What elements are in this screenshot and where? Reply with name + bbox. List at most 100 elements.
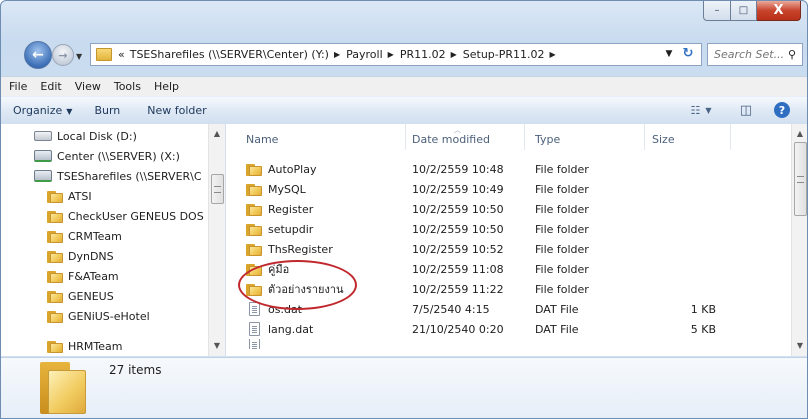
nav-item-label: CheckUser GENEUS DOS xyxy=(68,209,204,223)
file-icon xyxy=(249,339,260,349)
menu-view[interactable]: View xyxy=(75,80,101,93)
search-box[interactable]: ⚲ xyxy=(707,43,803,66)
folder-icon xyxy=(47,290,63,303)
nav-item-label: GENEUS xyxy=(68,289,114,303)
chevron-down-icon: ▼ xyxy=(66,107,73,116)
chevron-right-icon[interactable]: ▶ xyxy=(550,50,556,59)
file-date: 10/2/2559 10:52 xyxy=(412,242,504,256)
column-divider[interactable] xyxy=(730,124,731,150)
preview-pane-button[interactable]: ◫ xyxy=(737,102,755,118)
chevron-right-icon[interactable]: ▶ xyxy=(334,50,340,59)
folder-icon xyxy=(47,310,63,323)
breadcrumb-item[interactable]: Setup-PR11.02 xyxy=(463,48,545,61)
nav-item-center-x[interactable]: Center (\\SERVER) (X:) xyxy=(34,146,180,166)
chevron-down-icon: ▼ xyxy=(665,48,673,59)
column-divider[interactable] xyxy=(524,124,525,150)
breadcrumb-item[interactable]: PR11.02 xyxy=(400,48,446,61)
nav-item-label: TSESharefiles (\\SERVER\C xyxy=(57,169,202,183)
file-type: File folder xyxy=(535,262,589,276)
nav-item-tsesharefiles[interactable]: TSESharefiles (\\SERVER\C xyxy=(34,166,202,186)
scroll-down-button[interactable]: ▼ xyxy=(209,338,225,352)
nav-item-folder[interactable]: ATSI xyxy=(47,186,92,206)
new-folder-button[interactable]: New folder xyxy=(147,104,206,117)
scroll-up-button[interactable]: ▲ xyxy=(209,126,225,140)
file-row[interactable]: lang.dat 21/10/2540 0:20 DAT File 5 KB xyxy=(226,319,791,339)
explorer-window: – □ X ← → ▼ « TSESharefiles (\\SERVER\Ce… xyxy=(0,0,808,419)
file-row[interactable]: setupdir 10/2/2559 10:50 File folder xyxy=(226,219,791,239)
chevron-down-icon: ▼ xyxy=(213,340,221,350)
help-button[interactable]: ? xyxy=(774,102,790,118)
column-header-size[interactable]: Size xyxy=(652,124,675,154)
nav-item-folder[interactable]: CheckUser GENEUS DOS xyxy=(47,206,204,226)
breadcrumb-item[interactable]: TSESharefiles (\\SERVER\Center) (Y:) xyxy=(130,48,329,61)
column-header-date-modified[interactable]: Date modified xyxy=(412,124,490,154)
file-type: File folder xyxy=(535,242,589,256)
forward-button[interactable]: → xyxy=(52,44,74,66)
burn-button[interactable]: Burn xyxy=(94,104,120,117)
scrollbar-thumb[interactable] xyxy=(794,142,807,216)
file-row[interactable]: MySQL 10/2/2559 10:49 File folder xyxy=(226,179,791,199)
caption-buttons: – □ X xyxy=(703,1,801,21)
menu-file[interactable]: File xyxy=(9,80,27,93)
change-view-button[interactable]: ☷ ▼ xyxy=(684,102,718,118)
file-date: 10/2/2559 11:08 xyxy=(412,262,504,276)
column-divider[interactable] xyxy=(644,124,645,150)
file-size: 1 KB xyxy=(690,302,716,316)
nav-item-label: Center (\\SERVER) (X:) xyxy=(57,149,180,163)
search-icon[interactable]: ⚲ xyxy=(788,48,796,61)
breadcrumb-overflow[interactable]: « xyxy=(118,48,125,61)
column-header-name[interactable]: Name xyxy=(246,124,278,154)
menu-tools[interactable]: Tools xyxy=(114,80,141,93)
organize-button[interactable]: Organize ▼ xyxy=(13,104,72,117)
nav-item-local-disk-d[interactable]: Local Disk (D:) xyxy=(34,126,137,146)
nav-item-folder[interactable]: GENiUS-eHotel xyxy=(47,306,150,326)
scroll-up-button[interactable]: ▲ xyxy=(792,126,807,140)
file-row[interactable]: Register 10/2/2559 10:50 File folder xyxy=(226,199,791,219)
nav-item-folder[interactable]: GENEUS xyxy=(47,286,114,306)
back-button[interactable]: ← xyxy=(24,41,52,69)
address-bar[interactable]: « TSESharefiles (\\SERVER\Center) (Y:) ▶… xyxy=(90,43,702,66)
minimize-button[interactable]: – xyxy=(703,1,731,21)
network-drive-icon xyxy=(34,170,52,182)
file-list-scrollbar[interactable]: ▲ ▼ xyxy=(791,124,807,356)
file-date: 10/2/2559 10:50 xyxy=(412,202,504,216)
file-name: AutoPlay xyxy=(268,162,317,176)
chevron-down-icon: ▼ xyxy=(705,105,712,115)
nav-item-label: ATSI xyxy=(68,189,92,203)
file-row[interactable] xyxy=(226,339,791,349)
menu-help[interactable]: Help xyxy=(154,80,179,93)
chevron-right-icon[interactable]: ▶ xyxy=(451,50,457,59)
sort-ascending-icon: ︿ xyxy=(454,126,461,134)
address-dropdown-button[interactable]: ▼ xyxy=(661,43,677,64)
breadcrumb-item[interactable]: Payroll xyxy=(346,48,383,61)
menu-bar: File Edit View Tools Help xyxy=(1,76,807,96)
navigation-bar: ← → ▼ « TSESharefiles (\\SERVER\Center) … xyxy=(1,38,807,69)
file-type: DAT File xyxy=(535,322,579,336)
nav-item-folder[interactable]: HRMTeam xyxy=(47,336,122,356)
chevron-right-icon[interactable]: ▶ xyxy=(388,50,394,59)
menu-edit[interactable]: Edit xyxy=(40,80,61,93)
nav-item-folder[interactable]: DynDNS xyxy=(47,246,114,266)
recent-pages-dropdown[interactable]: ▼ xyxy=(76,52,82,61)
column-header-type[interactable]: Type xyxy=(535,124,560,154)
nav-item-folder[interactable]: F&ATeam xyxy=(47,266,119,286)
scroll-down-button[interactable]: ▼ xyxy=(792,338,807,352)
nav-item-label: DynDNS xyxy=(68,249,114,263)
maximize-button[interactable]: □ xyxy=(731,1,757,21)
command-bar: Organize ▼ Burn New folder ☷ ▼ ◫ ? xyxy=(1,96,807,125)
nav-item-label: CRMTeam xyxy=(68,229,122,243)
file-name: setupdir xyxy=(268,222,314,236)
search-input[interactable] xyxy=(712,47,786,62)
view-options-icon: ☷ xyxy=(690,103,701,117)
refresh-button[interactable]: ↻ xyxy=(677,43,699,64)
scrollbar-thumb[interactable] xyxy=(211,174,224,204)
file-type: File folder xyxy=(535,202,589,216)
close-button[interactable]: X xyxy=(757,1,801,21)
file-list: Name Date modified ︿ Type Size AutoPlay … xyxy=(226,124,807,356)
nav-pane-scrollbar[interactable]: ▲ ▼ xyxy=(208,124,225,356)
column-divider[interactable] xyxy=(405,124,406,150)
folder-icon xyxy=(246,203,262,216)
file-row[interactable]: ThsRegister 10/2/2559 10:52 File folder xyxy=(226,239,791,259)
nav-item-folder[interactable]: CRMTeam xyxy=(47,226,122,246)
file-row[interactable]: AutoPlay 10/2/2559 10:48 File folder xyxy=(226,159,791,179)
